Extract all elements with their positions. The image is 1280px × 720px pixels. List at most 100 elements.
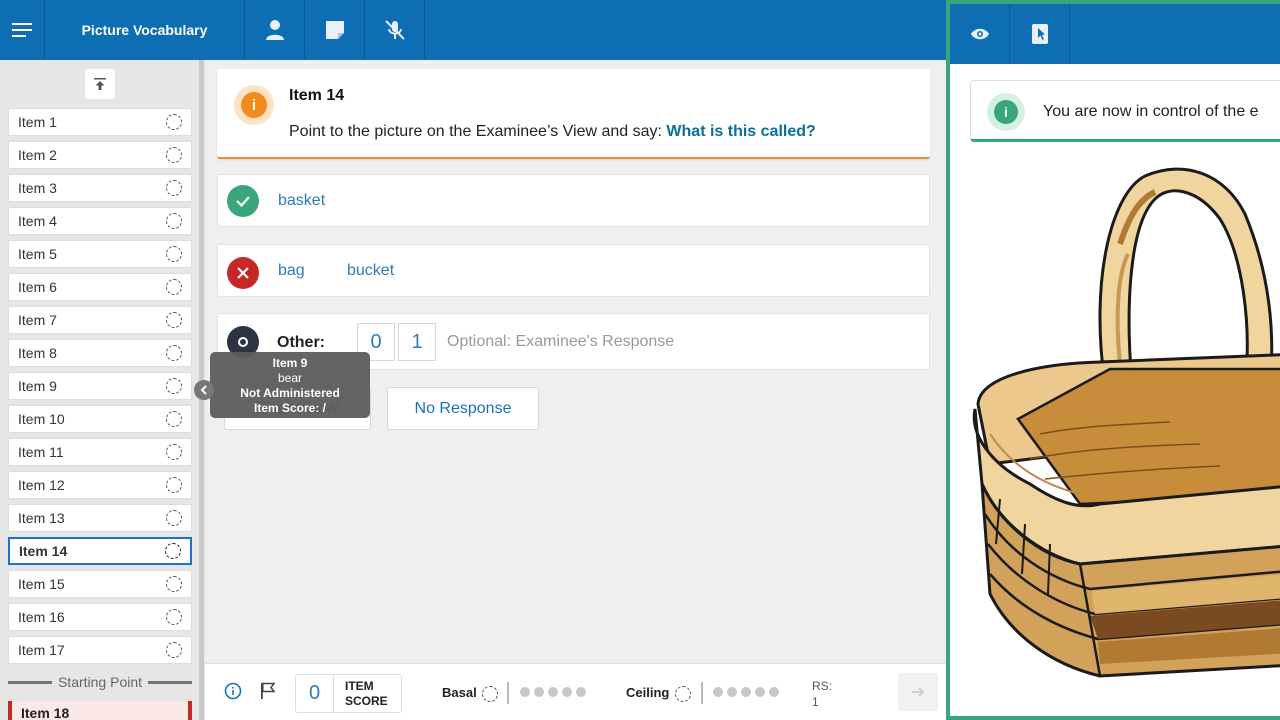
menu-icon	[12, 23, 32, 37]
item-tooltip: Item 9 bear Not Administered Item Score:…	[210, 352, 370, 418]
sidebar-item-label: Item 11	[18, 444, 64, 460]
mic-off-icon	[384, 20, 405, 40]
sidebar-item-9[interactable]: Item 9	[8, 372, 192, 400]
sidebar-item-13[interactable]: Item 13	[8, 504, 192, 532]
sidebar-item-1[interactable]: Item 1	[8, 108, 192, 136]
sidebar-item-12[interactable]: Item 12	[8, 471, 192, 499]
sidebar-item-16[interactable]: Item 16	[8, 603, 192, 631]
notes-button[interactable]	[305, 0, 365, 60]
sidebar-item-10[interactable]: Item 10	[8, 405, 192, 433]
no-response-button[interactable]: No Response	[387, 387, 539, 430]
next-item-button[interactable]	[898, 673, 938, 711]
tablet-pointer-icon	[1031, 24, 1048, 44]
item-sidebar: Item 1 Item 2 Item 3 Item 4 Item 5 Item 6 Item…	[0, 60, 204, 720]
sidebar-item-label: Item 5	[18, 246, 57, 262]
item-status-icon	[166, 114, 182, 130]
item-status-icon	[166, 477, 182, 493]
prompt-instruction: Point to the picture on the Examinee’s V…	[289, 123, 816, 141]
sidebar-item-label: Item 16	[18, 609, 65, 625]
item-status-icon	[166, 642, 182, 658]
sidebar-item-label: Item 1	[18, 114, 57, 130]
x-icon	[237, 267, 249, 279]
sidebar-item-3[interactable]: Item 3	[8, 174, 192, 202]
scroll-to-top-button[interactable]	[85, 69, 115, 99]
tooltip-score: Item Score: /	[253, 401, 327, 415]
collapse-sidebar-button[interactable]	[194, 380, 214, 400]
sidebar-item-6[interactable]: Item 6	[8, 273, 192, 301]
item-score-label-line2: SCORE	[345, 693, 388, 708]
tooltip-word: bear	[277, 371, 303, 385]
info-icon: i	[241, 92, 267, 118]
sidebar-item-label: Item 4	[18, 213, 57, 229]
item-status-icon	[166, 147, 182, 163]
sidebar-item-label: Item 13	[18, 510, 65, 526]
app-title: Picture Vocabulary	[45, 0, 245, 60]
starting-point-label: Starting Point	[57, 674, 143, 690]
prompt-text: Point to the picture on the Examinee’s V…	[289, 123, 667, 140]
basal-dots	[520, 687, 586, 697]
sidebar-item-label: Item 10	[18, 411, 65, 427]
incorrect-response-bucket[interactable]: bucket	[347, 262, 394, 280]
item-status-icon	[166, 213, 182, 229]
item-score-label: ITEM SCORE	[334, 679, 388, 709]
examinee-info-button[interactable]	[245, 0, 305, 60]
incorrect-responses-card: bag bucket	[217, 244, 930, 297]
basket-picture	[972, 167, 1280, 678]
info-circle-icon	[224, 682, 242, 700]
correct-responses-card: basket	[217, 174, 930, 227]
raw-score: RS: 1	[812, 678, 832, 710]
raw-score-value: 1	[812, 695, 819, 709]
ceiling-status-icon	[675, 686, 691, 702]
correct-response-basket[interactable]: basket	[278, 192, 325, 210]
incorrect-button[interactable]	[227, 257, 259, 289]
bottom-bar: 0 ITEM SCORE Basal Ceiling RS: 1	[205, 663, 946, 720]
person-icon	[265, 20, 284, 40]
menu-button[interactable]	[0, 0, 45, 60]
sidebar-item-8[interactable]: Item 8	[8, 339, 192, 367]
flag-icon	[261, 682, 276, 699]
sidebar-item-14[interactable]: Item 14	[8, 537, 192, 565]
sidebar-item-18[interactable]: Item 18	[8, 701, 192, 720]
flag-button[interactable]	[260, 682, 276, 705]
item-score-value: 0	[296, 675, 334, 712]
sidebar-item-11[interactable]: Item 11	[8, 438, 192, 466]
tooltip-status: Not Administered	[240, 386, 340, 400]
control-examinee-button[interactable]	[1010, 4, 1070, 64]
score-option-1[interactable]: 1	[398, 323, 436, 361]
prompt-title: Item 14	[289, 87, 345, 104]
preview-button[interactable]	[950, 4, 1010, 64]
eye-icon	[970, 28, 989, 40]
sidebar-item-2[interactable]: Item 2	[8, 141, 192, 169]
microphone-button[interactable]	[365, 0, 425, 60]
prompt-question: What is this called?	[666, 123, 816, 140]
other-label: Other:	[277, 334, 325, 351]
item-score: 0 ITEM SCORE	[295, 674, 402, 713]
sidebar-item-label: Item 3	[18, 180, 57, 196]
item-status-icon	[166, 345, 182, 361]
banner-info-icon: i	[994, 100, 1018, 124]
correct-button[interactable]	[227, 185, 259, 217]
sidebar-item-15[interactable]: Item 15	[8, 570, 192, 598]
banner-text: You are now in control of the e	[1043, 103, 1259, 120]
sidebar-item-label: Item 8	[18, 345, 57, 361]
sidebar-item-label: Item 14	[19, 543, 68, 559]
info-button[interactable]	[224, 682, 242, 705]
sidebar-item-label: Item 7	[18, 312, 57, 328]
examinee-view-toolbar	[950, 4, 1280, 64]
sidebar-item-17[interactable]: Item 17	[8, 636, 192, 664]
sidebar-item-label: Item 6	[18, 279, 57, 295]
examinee-response-input[interactable]: Optional: Examinee's Response	[447, 333, 674, 351]
ring-icon	[238, 337, 248, 347]
sidebar-item-5[interactable]: Item 5	[8, 240, 192, 268]
note-icon	[325, 21, 344, 39]
prompt-card: i Item 14 Point to the picture on the Ex…	[217, 69, 930, 159]
ceiling-divider	[701, 682, 703, 704]
incorrect-response-bag[interactable]: bag	[278, 262, 305, 280]
basal-status-icon	[482, 686, 498, 702]
item-status-icon	[166, 576, 182, 592]
sidebar-item-4[interactable]: Item 4	[8, 207, 192, 235]
item-status-icon	[165, 543, 181, 559]
control-banner: i You are now in control of the e	[970, 80, 1280, 142]
item-status-icon	[166, 444, 182, 460]
sidebar-item-7[interactable]: Item 7	[8, 306, 192, 334]
